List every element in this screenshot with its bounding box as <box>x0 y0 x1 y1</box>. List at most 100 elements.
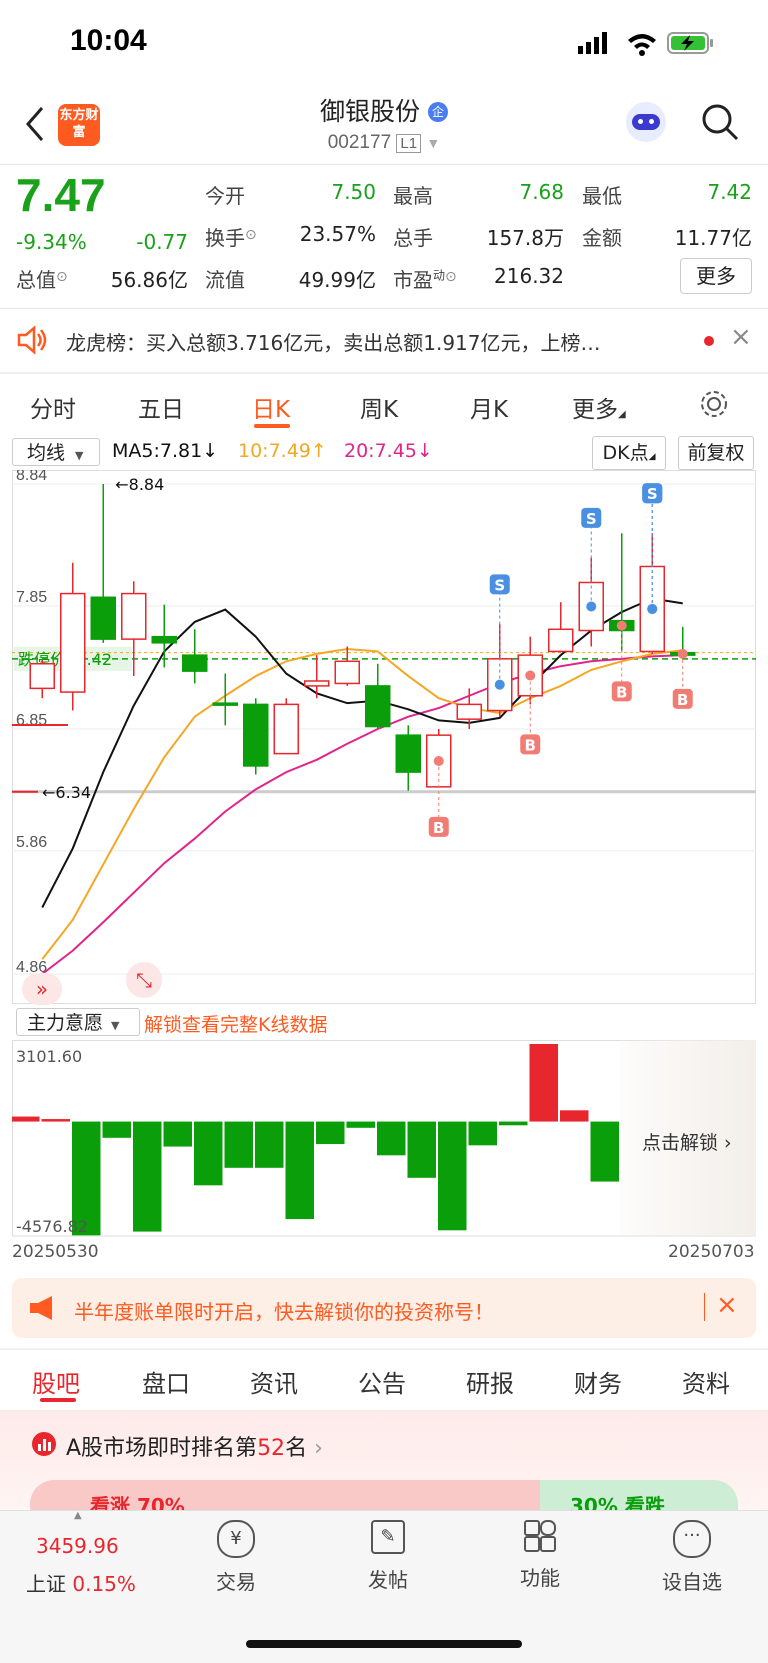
high-value: 7.68 <box>519 180 564 204</box>
tab-announcement[interactable]: 公告 <box>358 1364 406 1399</box>
tab-weekly-k[interactable]: 周K <box>360 390 398 424</box>
nav-add-watchlist[interactable]: ··· 设自选 <box>652 1520 732 1595</box>
kline-chart[interactable]: 8.847.856.855.864.86跌停价: 7.42←6.34←8.84B… <box>12 470 756 1004</box>
sell-signal-label: S <box>647 485 658 503</box>
bar-outflow <box>285 1121 314 1220</box>
ma5-line <box>41 597 683 908</box>
dk-point-button[interactable]: DK点◢ <box>592 436 666 470</box>
info-icon[interactable]: ⊙ <box>56 269 68 285</box>
amount-label: 金额 <box>582 226 622 250</box>
signal-dot <box>525 670 536 681</box>
bar-outflow <box>224 1121 253 1168</box>
promo-close-icon[interactable]: × <box>716 1290 738 1320</box>
bar-outflow <box>499 1121 528 1126</box>
tab-more[interactable]: 更多◢ <box>572 390 626 424</box>
bull-bear-bar[interactable]: 看涨 70% 30% 看跌 <box>30 1480 738 1510</box>
nav-post[interactable]: ✎ 发帖 <box>348 1520 428 1593</box>
y-tick-label: 5.86 <box>16 834 47 851</box>
ma-select[interactable]: 均线 ▼ <box>12 438 100 466</box>
unlock-kline-link[interactable]: 解锁查看完整K线数据 <box>144 1010 327 1037</box>
candle-up <box>121 592 147 640</box>
open-label: 今开 <box>205 184 245 208</box>
info-icon[interactable]: ⊙ <box>245 227 257 243</box>
x-end-date: 20250703 <box>668 1242 755 1262</box>
min-price-marker: ←6.34 <box>42 783 91 802</box>
adjust-button[interactable]: 前复权 <box>678 436 754 470</box>
fullscreen-icon[interactable]: ⤡ <box>126 962 162 998</box>
volume-value: 157.8万 <box>486 226 564 250</box>
grid-icon <box>524 1520 556 1552</box>
ranking-chart-icon <box>32 1432 56 1456</box>
bar-inflow <box>560 1110 589 1122</box>
tab-daily-k[interactable]: 日K <box>252 390 290 424</box>
bar-outflow <box>255 1121 284 1168</box>
battery-icon <box>667 32 713 54</box>
signal-dot <box>433 756 444 767</box>
edit-icon: ✎ <box>371 1520 405 1554</box>
candle-down <box>365 685 391 728</box>
change-pct: -9.34% <box>16 230 87 254</box>
pe-value: 216.32 <box>494 264 564 288</box>
bar-outflow <box>163 1121 192 1147</box>
ma20-legend: 20:7.45↓ <box>344 440 433 462</box>
amount-value: 11.77亿 <box>674 226 752 250</box>
info-icon[interactable]: ⊙ <box>445 269 457 285</box>
tab-news[interactable]: 资讯 <box>250 1364 298 1399</box>
sell-signal-label: S <box>494 576 505 594</box>
unlock-button[interactable]: 点击解锁 › <box>642 1128 732 1155</box>
tab-intraday[interactable]: 分时 <box>30 390 76 424</box>
candle-down <box>182 654 208 672</box>
ranking-text: A股市场即时排名第52名 › <box>66 1436 323 1461</box>
index-up-caret: ▲ <box>74 1510 82 1521</box>
promo-text: 半年度账单限时开启，快去解锁你的投资称号！ <box>74 1300 494 1324</box>
level-badge: L1 <box>396 134 422 153</box>
bar-inflow <box>41 1119 70 1122</box>
tab-handicap[interactable]: 盘口 <box>142 1364 190 1399</box>
turnover-value: 23.57% <box>299 222 376 246</box>
signal-icon <box>578 32 607 54</box>
index-name[interactable]: 上证 0.15% <box>26 1568 136 1597</box>
wifi-icon <box>628 34 656 56</box>
tab-finance[interactable]: 财务 <box>574 1364 622 1399</box>
search-icon[interactable] <box>700 102 740 142</box>
turnover-label: 换手⊙ <box>205 226 257 250</box>
candle-up <box>60 592 86 693</box>
enterprise-badge: 企 <box>427 102 448 122</box>
pe-label: 市盈动⊙ <box>393 268 457 292</box>
signal-dot <box>616 620 627 631</box>
bar-outflow <box>590 1121 619 1182</box>
nav-functions[interactable]: 功能 <box>500 1520 580 1591</box>
tab-forum[interactable]: 股吧 <box>32 1364 80 1399</box>
more-button[interactable]: 更多 <box>680 258 752 294</box>
robot-assistant-icon[interactable] <box>626 102 666 142</box>
tab-profile[interactable]: 资料 <box>682 1364 730 1399</box>
candle-up <box>304 680 330 687</box>
nav-trade[interactable]: ¥ 交易 <box>196 1520 276 1595</box>
tab-research[interactable]: 研报 <box>466 1364 514 1399</box>
float-label: 流值 <box>205 268 245 292</box>
candle-up <box>548 628 574 653</box>
tab-5day[interactable]: 五日 <box>138 390 184 424</box>
bar-outflow <box>346 1121 375 1128</box>
expand-left-icon[interactable]: » <box>22 973 62 1005</box>
bar-outflow <box>194 1121 223 1186</box>
forum-tab-indicator <box>40 1398 76 1402</box>
news-ticker[interactable]: 龙虎榜：买入总额3.716亿元，卖出总额1.917亿元，上榜… <box>66 327 686 356</box>
bar-outflow <box>438 1121 467 1231</box>
settings-gear-icon[interactable] <box>698 388 730 420</box>
sell-signal-label: S <box>586 510 597 528</box>
y-tick-label: 7.85 <box>16 589 47 606</box>
change-value: -0.77 <box>136 230 188 254</box>
tab-monthly-k[interactable]: 月K <box>470 390 508 424</box>
bar-y-min: -4576.82 <box>16 1217 88 1236</box>
indicator-select[interactable]: 主力意愿 ▼ <box>16 1008 140 1036</box>
dropdown-icon: ▼ <box>426 135 441 151</box>
index-value[interactable]: 3459.96 <box>36 1534 119 1558</box>
signal-dot <box>677 648 688 659</box>
bull-label: 看涨 70% <box>90 1494 185 1510</box>
home-indicator <box>246 1640 522 1648</box>
unread-dot <box>704 336 714 346</box>
close-icon[interactable]: × <box>730 322 752 352</box>
volume-label: 总手 <box>393 226 433 250</box>
x-start-date: 20250530 <box>12 1242 99 1262</box>
